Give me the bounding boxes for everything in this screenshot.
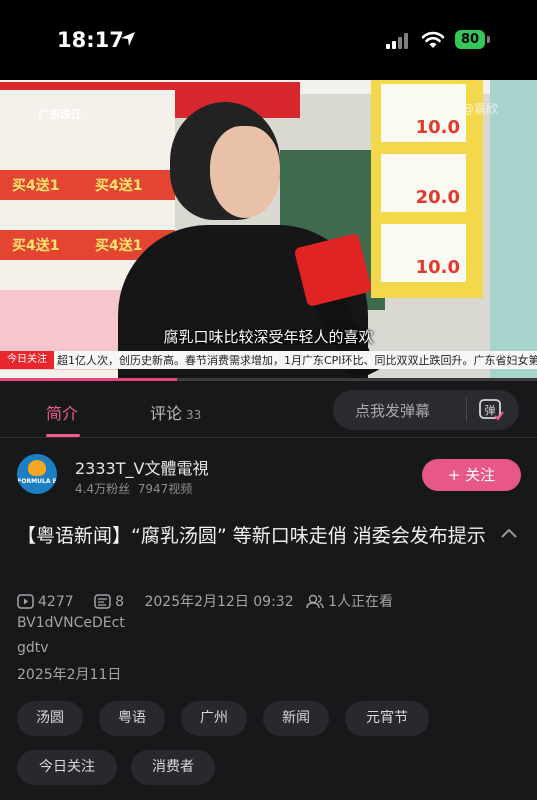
tag-item[interactable]: 粤语 bbox=[99, 701, 165, 736]
video-title: 【粤语新闻】“腐乳汤圆” 等新口味走俏 消委会发布提示 bbox=[17, 525, 486, 547]
watermark: @嘉欣 bbox=[462, 102, 499, 116]
price-sign: 20.0 bbox=[381, 154, 466, 212]
video-bvid: BV1dVNCeDEct bbox=[17, 615, 125, 631]
chevron-up-icon[interactable] bbox=[500, 526, 518, 540]
video-progress-fill bbox=[0, 378, 178, 381]
location-arrow-icon bbox=[121, 32, 135, 46]
uploader-avatar[interactable]: FORMULA E bbox=[17, 454, 57, 494]
tag-item[interactable]: 消费者 bbox=[131, 750, 215, 785]
video-pub-date: 2025年2月11日 bbox=[17, 667, 122, 683]
svg-text:弹: 弹 bbox=[485, 403, 496, 417]
tag-item[interactable]: 元宵节 bbox=[345, 701, 429, 736]
wifi-icon bbox=[421, 31, 445, 48]
video-player[interactable]: 买4送1 买4送1 买4送1 买4送1 10.0 20.0 10.0 广东珠江 @嘉… bbox=[0, 80, 537, 381]
tab-comments[interactable]: 评论 33 bbox=[150, 400, 201, 424]
cellular-signal-icon bbox=[386, 33, 412, 49]
avatar-text: FORMULA E bbox=[17, 478, 57, 485]
ticker-logo: 今日关注 bbox=[0, 351, 54, 369]
ticker-text: 超1亿人次，创历史新高。春节消费需求增加，1月广东CPI环比、同比双双止跌回升。… bbox=[57, 354, 537, 367]
danmaku-count-icon bbox=[94, 594, 111, 609]
status-time: 18:17 bbox=[57, 28, 124, 52]
people-icon bbox=[306, 594, 324, 609]
video-subtitle: 腐乳口味比较深受年轻人的喜欢 bbox=[163, 328, 374, 346]
status-bar: 18:17 80 bbox=[0, 0, 537, 80]
danmaku-input[interactable]: 点我发弹幕 弹 bbox=[333, 390, 519, 430]
uploader-stats: 4.4万粉丝 7947视频 bbox=[75, 480, 192, 497]
tag-item[interactable]: 新闻 bbox=[263, 701, 329, 736]
video-progress-bar[interactable] bbox=[0, 378, 537, 381]
uploader-videos: 7947视频 bbox=[137, 482, 193, 496]
danmaku-stat: 8 bbox=[94, 594, 136, 610]
tag-item[interactable]: 汤圆 bbox=[17, 701, 83, 736]
views-stat: 4277 bbox=[17, 594, 86, 610]
video-person-face bbox=[210, 126, 280, 218]
video-source: gdtv bbox=[17, 640, 49, 656]
tab-intro[interactable]: 简介 bbox=[46, 400, 78, 424]
tab-comments-label: 评论 bbox=[150, 404, 183, 423]
watching-stat: 1人正在看 bbox=[306, 594, 401, 610]
avatar-flame-icon bbox=[28, 460, 46, 476]
uploader-name[interactable]: 2333T_V文體電視 bbox=[75, 455, 208, 479]
danmaku-separator bbox=[466, 398, 467, 422]
battery-tip bbox=[487, 36, 490, 43]
follow-button[interactable]: + 关注 bbox=[422, 459, 521, 491]
video-meta: 4277 8 2025年2月12日 09:32 1人正在看 bbox=[17, 591, 409, 611]
price-sign: 10.0 bbox=[381, 224, 466, 282]
news-ticker: 今日关注 超1亿人次，创历史新高。春节消费需求增加，1月广东CPI环比、同比双双… bbox=[0, 351, 537, 369]
tag-item[interactable]: 今日关注 bbox=[17, 750, 117, 785]
play-count-icon bbox=[17, 594, 34, 609]
tag-item[interactable]: 广州 bbox=[181, 701, 247, 736]
uploader-fans: 4.4万粉丝 bbox=[75, 482, 131, 496]
comment-count: 33 bbox=[186, 408, 202, 422]
danmaku-toggle-icon[interactable]: 弹 bbox=[478, 396, 504, 422]
battery-indicator: 80 bbox=[455, 30, 485, 49]
price-sign: 10.0 bbox=[381, 84, 466, 142]
channel-logo: 广东珠江 bbox=[38, 108, 82, 121]
danmaku-placeholder: 点我发弹幕 bbox=[355, 402, 431, 420]
publish-datetime: 2025年2月12日 09:32 bbox=[144, 594, 294, 610]
divider bbox=[0, 437, 537, 438]
